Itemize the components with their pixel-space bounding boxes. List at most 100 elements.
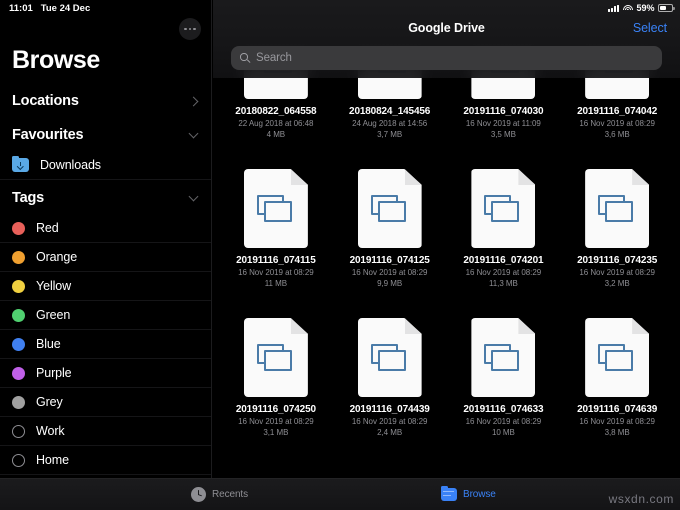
sidebar-item-orange[interactable]: Orange <box>0 243 211 272</box>
status-bar-right: 59% <box>608 3 680 13</box>
file-size: 3,1 MB <box>263 428 289 437</box>
battery-icon <box>658 4 675 12</box>
tag-dot-icon <box>12 250 25 264</box>
sidebar-item-green[interactable]: Green <box>0 301 211 330</box>
tag-dot-icon <box>12 308 25 322</box>
sidebar-section-favourites[interactable]: Favourites <box>0 117 211 151</box>
files-app-window: 11:01 Tue 24 Dec 59% Browse Locations Fav… <box>0 0 680 510</box>
sidebar-section-locations[interactable]: Locations <box>0 83 211 117</box>
file-item[interactable]: 20191116_074125 16 Nov 2019 at 08:29 9,9 M… <box>333 150 447 299</box>
sidebar-item-home[interactable]: Home <box>0 446 211 475</box>
tab-browse-label: Browse <box>463 489 496 500</box>
file-item[interactable]: 20191116_074235 16 Nov 2019 at 08:29 3,2 M… <box>560 150 674 299</box>
image-document-icon <box>471 318 536 397</box>
file-name: 20191116_074639 <box>577 404 658 415</box>
sidebar-item-label: Home <box>36 453 69 467</box>
sidebar-item-work[interactable]: Work <box>0 417 211 446</box>
file-date: 24 Aug 2018 at 14:56 <box>352 119 428 128</box>
sidebar-item-label: Blue <box>36 337 61 351</box>
image-document-icon <box>585 318 650 397</box>
image-document-icon <box>243 318 308 397</box>
chevron-right-icon[interactable] <box>188 96 199 106</box>
chevron-down-icon[interactable] <box>188 128 199 139</box>
file-date: 16 Nov 2019 at 08:29 <box>465 417 542 426</box>
file-size: 4 MB <box>266 130 286 139</box>
downloads-folder-icon <box>12 155 29 172</box>
file-size: 3,8 MB <box>604 428 630 437</box>
main-panel: 20180822_064558 22 Aug 2018 at 06:48 4 MB 2… <box>213 0 680 510</box>
status-bar-left: 11:01 Tue 24 Dec <box>0 3 90 14</box>
image-document-icon <box>585 169 650 248</box>
file-name: 20191116_074439 <box>349 404 430 415</box>
sidebar-section-label: Tags <box>12 190 44 206</box>
status-date: Tue 24 Dec <box>40 2 91 14</box>
file-item[interactable]: 20191116_074115 16 Nov 2019 at 08:29 11 MB <box>219 150 333 299</box>
tab-recents[interactable]: Recents <box>191 487 248 502</box>
file-date: 16 Nov 2019 at 08:29 <box>579 417 655 426</box>
chevron-down-icon[interactable] <box>188 191 199 202</box>
cellular-signal-icon <box>608 4 620 12</box>
file-item[interactable]: 20191116_074633 16 Nov 2019 at 08:29 10 MB <box>447 299 561 448</box>
file-name: 20180824_145456 <box>349 106 431 117</box>
sidebar-item-label: Yellow <box>36 279 72 293</box>
select-button[interactable]: Select <box>633 21 667 35</box>
file-item[interactable]: 20191116_074639 16 Nov 2019 at 08:29 3,8 M… <box>560 299 674 448</box>
image-document-icon <box>357 318 422 397</box>
tag-dot-icon <box>12 221 25 235</box>
tag-dot-outline-icon <box>12 453 25 467</box>
wifi-icon <box>622 4 633 12</box>
file-size: 3,2 MB <box>604 279 630 288</box>
file-item[interactable]: 20191116_074439 16 Nov 2019 at 08:29 2,4 M… <box>333 299 447 448</box>
sidebar-section-tags[interactable]: Tags <box>0 180 211 214</box>
file-date: 16 Nov 2019 at 11:09 <box>465 119 541 128</box>
file-item[interactable]: 20191116_074201 16 Nov 2019 at 08:29 11,3 … <box>447 150 561 299</box>
file-size: 3,6 MB <box>604 130 630 139</box>
status-time: 11:01 <box>9 2 33 14</box>
file-name: 20191116_074030 <box>463 106 544 117</box>
sidebar-item-red[interactable]: Red <box>0 214 211 243</box>
sidebar-item-label: Red <box>36 221 59 235</box>
tag-dot-icon <box>12 395 25 409</box>
file-date: 16 Nov 2019 at 08:29 <box>465 268 542 277</box>
sidebar-sections: Locations Favourites Downloads Tags Red Orang… <box>0 83 211 475</box>
clock-icon <box>191 487 206 502</box>
search-bar[interactable]: Search <box>231 46 662 70</box>
tag-dot-icon <box>12 366 25 380</box>
sidebar-item-label: Purple <box>36 366 72 380</box>
file-name: 20191116_074042 <box>577 106 658 117</box>
search-icon <box>240 53 251 63</box>
file-date: 16 Nov 2019 at 08:29 <box>351 417 428 426</box>
file-size: 2,4 MB <box>377 428 403 437</box>
sidebar-item-purple[interactable]: Purple <box>0 359 211 388</box>
file-name: 20191116_074201 <box>463 255 544 266</box>
file-size: 9,9 MB <box>377 279 403 288</box>
sidebar-item-label: Downloads <box>40 158 101 172</box>
image-document-icon <box>243 169 308 248</box>
sidebar-item-downloads[interactable]: Downloads <box>0 151 211 180</box>
tag-dot-icon <box>12 337 25 351</box>
file-size: 11,3 MB <box>488 279 518 288</box>
sidebar-item-grey[interactable]: Grey <box>0 388 211 417</box>
tag-dot-outline-icon <box>12 424 25 438</box>
file-item[interactable]: 20191116_074250 16 Nov 2019 at 08:29 3,1 M… <box>219 299 333 448</box>
battery-percent: 59% <box>636 3 655 13</box>
sidebar-section-label: Locations <box>12 93 79 109</box>
tab-browse[interactable]: Browse <box>441 485 496 501</box>
sidebar-item-yellow[interactable]: Yellow <box>0 272 211 301</box>
file-date: 16 Nov 2019 at 08:29 <box>579 268 655 277</box>
image-document-icon <box>471 169 536 248</box>
tab-bar: Recents Browse <box>0 478 680 510</box>
image-document-icon <box>357 169 422 248</box>
search-input[interactable]: Search <box>256 52 292 64</box>
file-date: 16 Nov 2019 at 08:29 <box>238 417 314 426</box>
folder-icon <box>441 485 457 501</box>
file-name: 20180822_064558 <box>235 106 317 117</box>
sidebar-item-blue[interactable]: Blue <box>0 330 211 359</box>
file-size: 3,5 MB <box>490 130 516 139</box>
file-size: 11 MB <box>264 279 288 288</box>
sidebar-item-label: Orange <box>36 250 78 264</box>
watermark: wsxdn.com <box>608 492 674 506</box>
file-date: 22 Aug 2018 at 06:48 <box>238 119 314 128</box>
more-options-button[interactable] <box>179 18 201 40</box>
folder-title: Google Drive <box>408 21 485 35</box>
